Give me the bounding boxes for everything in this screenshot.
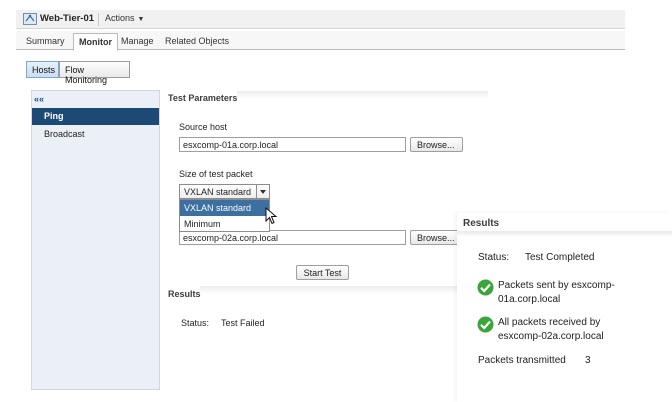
packets-transmitted-value: 3 — [585, 355, 591, 366]
packet-size-options: VXLAN standard Minimum — [179, 199, 270, 232]
subtab-hosts[interactable]: Hosts — [26, 61, 59, 78]
test-parameters-heading: Test Parameters — [168, 93, 238, 103]
packets-received-line2: esxcomp-02a.corp.local — [498, 331, 604, 342]
popup-status-label: Status: — [478, 252, 510, 263]
results-heading: Results — [168, 289, 201, 299]
browse-destination-button[interactable]: Browse... — [410, 230, 463, 245]
start-test-button[interactable]: Start Test — [296, 265, 349, 280]
results-popup — [457, 213, 672, 402]
source-host-input[interactable]: esxcomp-01a.corp.local — [179, 137, 406, 152]
packets-transmitted-label: Packets transmitted — [478, 355, 566, 366]
nav-item-broadcast[interactable]: Broadcast — [32, 126, 159, 143]
packets-received-line1: All packets received by — [498, 317, 601, 328]
browse-source-button[interactable]: Browse... — [410, 137, 463, 152]
packet-size-label: Size of test packet — [179, 169, 253, 179]
packets-sent-line1: Packets sent by esxcomp- — [498, 280, 615, 291]
results-divider — [200, 286, 457, 294]
option-vxlan-standard[interactable]: VXLAN standard — [180, 200, 269, 216]
packets-sent-line2: 01a.corp.local — [498, 294, 561, 305]
tab-summary[interactable]: Summary — [26, 33, 65, 50]
results-status-value: Test Failed — [221, 318, 265, 328]
option-minimum[interactable]: Minimum — [180, 216, 269, 232]
title-divider — [98, 13, 99, 26]
actions-label: Actions — [105, 13, 135, 23]
packet-size-selected-value: VXLAN standard — [184, 187, 252, 197]
actions-menu[interactable]: Actions ▼ — [105, 13, 144, 23]
primary-tab-bar: Summary Monitor Manage Related Objects — [16, 31, 625, 51]
tab-monitor[interactable]: Monitor — [73, 33, 118, 51]
left-navigation: «« Ping Broadcast — [31, 90, 160, 390]
network-object-icon — [23, 13, 37, 25]
results-status-label: Status: — [181, 318, 210, 328]
packet-size-select[interactable]: VXLAN standard — [179, 184, 270, 199]
popup-divider — [457, 231, 672, 237]
check-circle-icon — [477, 279, 494, 296]
destination-host-input[interactable]: esxcomp-02a.corp.local — [179, 230, 406, 245]
nav-item-ping[interactable]: Ping — [32, 108, 159, 125]
check-circle-icon — [477, 316, 494, 333]
subtab-flow-monitoring[interactable]: Flow Monitoring — [59, 61, 130, 85]
source-host-label: Source host — [179, 122, 228, 132]
tab-related-objects[interactable]: Related Objects — [165, 33, 229, 50]
popup-status-value: Test Completed — [525, 252, 595, 263]
tab-manage[interactable]: Manage — [121, 33, 154, 50]
object-title: Web-Tier-01 — [40, 13, 95, 24]
section-divider — [237, 91, 488, 99]
mouse-pointer-icon — [265, 207, 278, 225]
chevron-down-icon: ▼ — [137, 16, 145, 23]
collapse-pane-button[interactable]: «« — [32, 91, 159, 108]
popup-results-title: Results — [463, 218, 500, 229]
dropdown-arrow-icon[interactable] — [256, 185, 269, 198]
object-title-bar: Web-Tier-01 Actions ▼ — [16, 10, 625, 29]
